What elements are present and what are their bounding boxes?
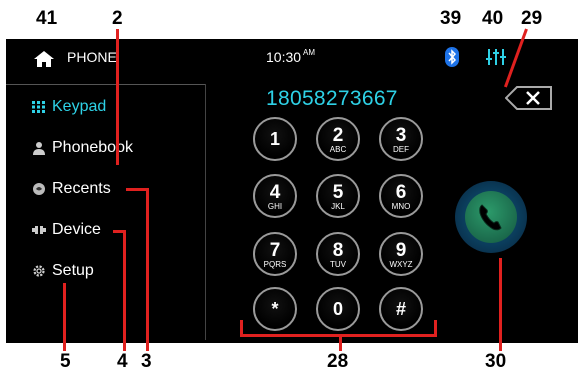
clock-time: 10:30 [266, 49, 302, 65]
callout-39: 39 [440, 8, 462, 29]
key-hash[interactable]: # [379, 287, 423, 331]
sidebar-item-keypad[interactable]: Keypad [6, 90, 206, 126]
clock: 10:30 AM [266, 48, 316, 65]
key-digit: 9 [395, 240, 407, 261]
leader-line-28-v [339, 334, 342, 351]
callout-29: 29 [521, 8, 543, 29]
key-digit: 4 [269, 182, 281, 203]
key-digit: 0 [332, 299, 343, 319]
key-digit: 3 [395, 125, 407, 146]
key-digit: # [395, 299, 406, 319]
leader-line-5 [63, 283, 66, 351]
key-6[interactable]: 6 MNO [379, 174, 423, 218]
key-8[interactable]: 8 TUV [316, 232, 360, 276]
leader-line-28-l [240, 320, 243, 337]
sidebar-item-setup[interactable]: Setup [6, 254, 206, 290]
callout-5: 5 [60, 351, 71, 372]
equalizer-icon[interactable] [486, 48, 506, 66]
leader-line-2 [116, 29, 119, 165]
callout-40: 40 [482, 8, 504, 29]
key-7[interactable]: 7 PQRS [253, 232, 297, 276]
key-3[interactable]: 3 DEF [379, 117, 423, 161]
page-title: PHONE [67, 49, 117, 65]
sidebar-item-phonebook[interactable]: Phonebook [6, 131, 206, 167]
key-letters: JKL [331, 202, 345, 211]
key-letters: PQRS [263, 260, 287, 269]
call-button-inner [465, 191, 517, 243]
sidebar-item-label: Phonebook [52, 139, 133, 156]
callout-2: 2 [112, 8, 123, 29]
callout-30: 30 [485, 351, 507, 372]
leader-line-4-v [123, 230, 126, 351]
key-digit: * [271, 299, 279, 319]
leader-line-28-r [434, 320, 437, 337]
backspace-icon [504, 86, 552, 110]
bluetooth-icon [445, 47, 459, 67]
sidebar-item-recents[interactable]: Recents [6, 172, 206, 208]
key-digit: 2 [332, 125, 344, 146]
key-2[interactable]: 2 ABC [316, 117, 360, 161]
dialed-number: 18058273667 [266, 87, 398, 110]
sidebar-item-label: Device [52, 221, 101, 238]
key-5[interactable]: 5 JKL [316, 174, 360, 218]
key-letters: ABC [329, 145, 347, 154]
key-9[interactable]: 9 WXYZ [379, 232, 423, 276]
key-letters: WXYZ [389, 260, 413, 269]
key-digit: 8 [332, 240, 344, 261]
key-letters: GHI [267, 202, 283, 211]
callout-4: 4 [117, 351, 128, 372]
person-icon [32, 141, 46, 155]
recents-icon [32, 182, 46, 196]
key-digit: 1 [269, 129, 280, 149]
key-letters: TUV [330, 260, 346, 269]
key-digit: 7 [269, 240, 281, 261]
key-digit: 5 [332, 182, 344, 203]
sidebar-item-device[interactable]: Device [6, 213, 206, 249]
key-0[interactable]: 0 [316, 287, 360, 331]
device-icon [32, 223, 46, 237]
clock-ampm: AM [303, 48, 316, 57]
key-letters: MNO [391, 202, 411, 211]
key-star[interactable]: * [253, 287, 297, 331]
backspace-button[interactable] [504, 86, 553, 110]
sidebar-item-label: Setup [52, 262, 94, 279]
callout-28: 28 [327, 351, 349, 372]
call-button[interactable] [455, 181, 527, 253]
leader-line-3-v [146, 188, 149, 351]
key-1[interactable]: 1 [253, 117, 297, 161]
keypad-icon [32, 100, 46, 114]
callout-3: 3 [141, 351, 152, 372]
sidebar-item-label: Keypad [52, 98, 107, 115]
sidebar: Keypad Phonebook Recents Device Setup [6, 84, 206, 294]
key-4[interactable]: 4 GHI [253, 174, 297, 218]
sidebar-item-label: Recents [52, 180, 111, 197]
phone-handset-icon [479, 204, 502, 231]
key-digit: 6 [395, 182, 407, 203]
leader-line-30 [499, 258, 502, 351]
callout-41: 41 [36, 8, 58, 29]
key-letters: DEF [393, 145, 409, 154]
home-icon[interactable] [33, 50, 55, 68]
gear-icon [32, 264, 46, 278]
